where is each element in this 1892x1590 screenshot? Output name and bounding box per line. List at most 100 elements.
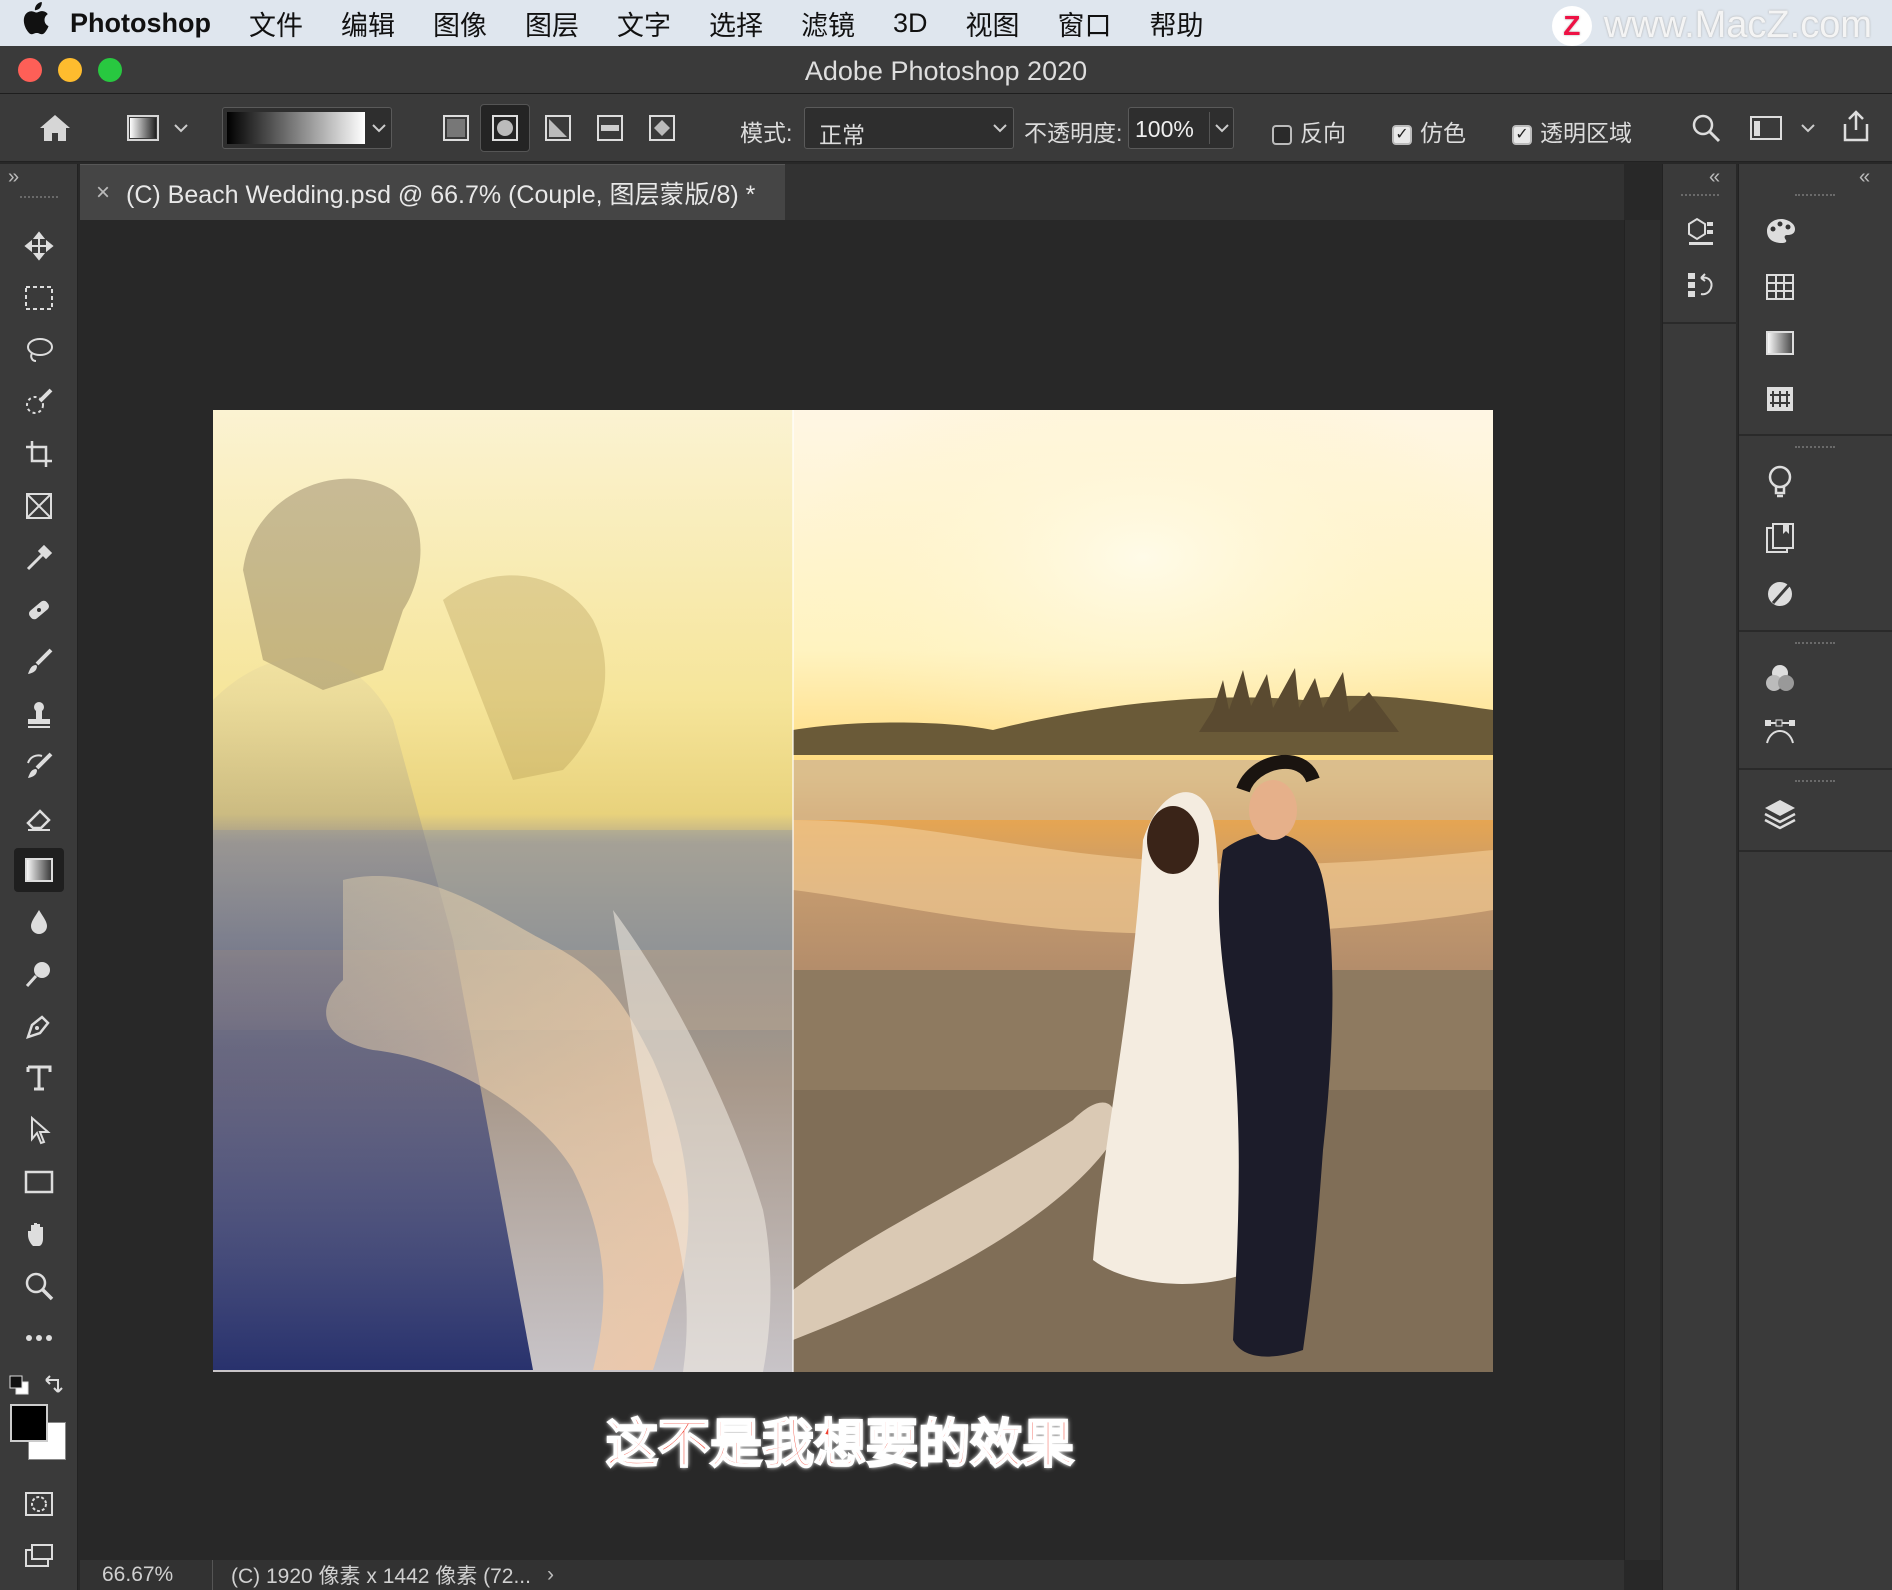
status-bar: 66.67% (C) 1920 像素 x 1442 像素 (72... › <box>80 1560 1624 1590</box>
pen-tool-icon[interactable] <box>14 1004 64 1048</box>
gradient-picker[interactable] <box>222 107 392 149</box>
menu-view[interactable]: 视图 <box>966 4 1020 43</box>
rectangle-tool-icon[interactable] <box>14 1160 64 1204</box>
menu-image[interactable]: 图像 <box>433 4 487 43</box>
mode-select[interactable]: 正常 <box>804 107 1014 149</box>
mac-menubar: Photoshop 文件 编辑 图像 图层 文字 选择 滤镜 3D 视图 窗口 … <box>0 0 1892 46</box>
beach-wedding-image <box>213 410 1493 1372</box>
marquee-tool-icon[interactable] <box>14 276 64 320</box>
panel-grip[interactable] <box>20 196 58 198</box>
opacity-field[interactable]: 100% <box>1128 107 1234 149</box>
panel-grip[interactable] <box>1795 642 1835 644</box>
menu-help[interactable]: 帮助 <box>1150 4 1204 43</box>
chevron-down-icon[interactable] <box>168 110 194 146</box>
chevron-down-icon[interactable] <box>1209 112 1233 144</box>
chevron-down-icon[interactable] <box>367 112 391 144</box>
move-tool-icon[interactable] <box>14 224 64 268</box>
radial-gradient-icon[interactable] <box>480 104 530 152</box>
status-menu-arrow-icon[interactable]: › <box>547 1563 554 1587</box>
linear-gradient-icon[interactable] <box>436 108 476 148</box>
frame-tool-icon[interactable] <box>14 484 64 528</box>
window-titlebar: Adobe Photoshop 2020 <box>0 46 1892 94</box>
zoom-level[interactable]: 66.67% <box>102 1563 212 1587</box>
reverse-checkbox-box[interactable] <box>1272 124 1292 145</box>
brush-tool-icon[interactable] <box>14 640 64 684</box>
swatches-panel-icon[interactable] <box>1755 266 1805 308</box>
home-icon[interactable] <box>30 108 80 148</box>
lasso-tool-icon[interactable] <box>14 328 64 372</box>
gradients-panel-icon[interactable] <box>1755 322 1805 364</box>
collapse-dock-icon[interactable]: « <box>1709 166 1720 189</box>
libraries-panel-icon[interactable] <box>1755 516 1805 560</box>
diamond-gradient-icon[interactable] <box>642 108 682 148</box>
menu-select[interactable]: 选择 <box>709 4 763 43</box>
channels-panel-icon[interactable] <box>1755 656 1805 700</box>
panel-grip[interactable] <box>1681 194 1719 196</box>
clone-stamp-tool-icon[interactable] <box>14 692 64 736</box>
reflected-gradient-icon[interactable] <box>590 108 630 148</box>
color-panel-icon[interactable] <box>1755 210 1805 252</box>
hand-tool-icon[interactable] <box>14 1212 64 1256</box>
close-tab-icon[interactable]: × <box>96 179 110 207</box>
share-icon[interactable] <box>1836 106 1876 146</box>
swap-colors-icon[interactable] <box>42 1374 66 1396</box>
chevron-down-icon[interactable] <box>1796 112 1820 144</box>
dither-label: 仿色 <box>1420 120 1466 146</box>
panel-grip[interactable] <box>1795 194 1835 196</box>
reverse-checkbox[interactable]: 反向 <box>1272 114 1346 148</box>
panel-grip[interactable] <box>1795 446 1835 448</box>
dodge-tool-icon[interactable] <box>14 952 64 996</box>
patterns-panel-icon[interactable] <box>1755 378 1805 420</box>
opacity-label: 不透明度: <box>1024 120 1123 146</box>
expand-panel-icon[interactable]: » <box>8 166 19 189</box>
more-tools-icon[interactable] <box>14 1316 64 1360</box>
search-icon[interactable] <box>1686 108 1726 148</box>
zoom-tool-icon[interactable] <box>14 1264 64 1308</box>
document-tab[interactable]: × (C) Beach Wedding.psd @ 66.7% (Couple,… <box>80 164 785 220</box>
blur-tool-icon[interactable] <box>14 900 64 944</box>
menu-filter[interactable]: 滤镜 <box>801 4 855 43</box>
adjustments-panel-icon[interactable] <box>1755 572 1805 616</box>
foreground-color-swatch[interactable] <box>10 1404 48 1442</box>
layers-panel-icon[interactable] <box>1755 792 1805 836</box>
menu-app-photoshop[interactable]: Photoshop <box>70 8 211 39</box>
screen-mode-icon[interactable] <box>14 1534 64 1578</box>
paths-panel-icon[interactable] <box>1755 710 1805 754</box>
gradient-tool-icon[interactable] <box>14 848 64 892</box>
menu-edit[interactable]: 编辑 <box>341 4 395 43</box>
history-panel-icon[interactable] <box>1679 264 1721 306</box>
transparency-checkbox[interactable]: ✓ 透明区域 <box>1512 114 1632 148</box>
menu-file[interactable]: 文件 <box>249 4 303 43</box>
opacity-value: 100% <box>1135 116 1194 142</box>
menu-type[interactable]: 文字 <box>617 4 671 43</box>
3d-panel-icon[interactable] <box>1679 210 1721 252</box>
crop-tool-icon[interactable] <box>14 432 64 476</box>
subtitle-caption: 这不是我想要的效果 <box>605 1415 1075 1475</box>
gradient-preview[interactable] <box>227 112 365 144</box>
menu-3d[interactable]: 3D <box>893 8 928 39</box>
healing-brush-tool-icon[interactable] <box>14 588 64 632</box>
quick-mask-icon[interactable] <box>14 1482 64 1526</box>
document-canvas[interactable] <box>213 410 1493 1372</box>
eraser-tool-icon[interactable] <box>14 796 64 840</box>
path-selection-tool-icon[interactable] <box>14 1108 64 1152</box>
collapse-panels-icon[interactable]: « <box>1859 166 1870 189</box>
mode-label: 模式: <box>740 120 793 146</box>
eyedropper-tool-icon[interactable] <box>14 536 64 580</box>
tool-preset-picker[interactable] <box>118 110 168 146</box>
dither-checkbox[interactable]: ✓ 仿色 <box>1392 114 1466 148</box>
apple-menu-icon[interactable] <box>0 2 70 44</box>
menu-layer[interactable]: 图层 <box>525 4 579 43</box>
menu-window[interactable]: 窗口 <box>1058 4 1112 43</box>
transparency-checkbox-box[interactable]: ✓ <box>1512 124 1532 145</box>
history-brush-tool-icon[interactable] <box>14 744 64 788</box>
dither-checkbox-box[interactable]: ✓ <box>1392 124 1412 145</box>
vertical-scrollbar[interactable] <box>1624 220 1660 1560</box>
workspace-icon[interactable] <box>1746 108 1786 148</box>
default-colors-icon[interactable] <box>8 1374 30 1396</box>
panel-grip[interactable] <box>1795 780 1835 782</box>
learn-panel-icon[interactable] <box>1755 460 1805 504</box>
quick-selection-tool-icon[interactable] <box>14 380 64 424</box>
angle-gradient-icon[interactable] <box>538 108 578 148</box>
type-tool-icon[interactable] <box>14 1056 64 1100</box>
